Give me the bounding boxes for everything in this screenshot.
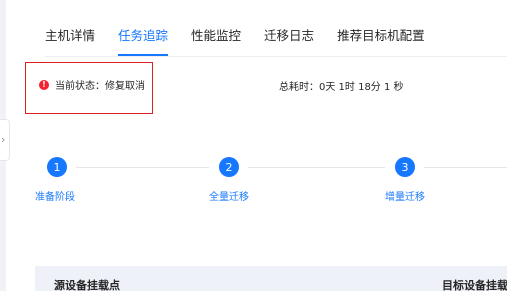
step-connector	[248, 167, 385, 168]
exclamation-circle-icon: !	[39, 79, 49, 90]
tab-recommended-target-config[interactable]: 推荐目标机配置	[337, 22, 425, 55]
step-3-circle: 3	[395, 157, 415, 177]
step-3-label: 增量迁移	[385, 192, 425, 203]
progress-steps: 1 2 3 准备阶段 全量迁移 增量迁移	[0, 155, 507, 205]
tab-migration-log[interactable]: 迁移日志	[264, 22, 314, 55]
step-connector	[424, 167, 507, 168]
total-duration: 总耗时：0天 1时 18分 1 秒	[279, 82, 404, 93]
chevron-right-icon: ›	[1, 133, 6, 146]
step-2-label: 全量迁移	[209, 192, 249, 203]
tab-task-tracking[interactable]: 任务追踪	[118, 22, 169, 56]
step-connector	[76, 167, 209, 168]
tab-bar: 主机详情 任务追踪 性能监控 迁移日志 推荐目标机配置	[45, 22, 507, 57]
step-1-circle: 1	[47, 157, 67, 177]
table-header: 源设备挂载点 目标设备挂载	[35, 266, 507, 292]
step-1-label: 准备阶段	[35, 192, 75, 203]
status-text: 当前状态：修复取消	[55, 81, 145, 92]
tab-performance-monitoring[interactable]: 性能监控	[191, 22, 241, 55]
current-status: ! 当前状态：修复取消	[39, 77, 145, 92]
tab-host-details[interactable]: 主机详情	[45, 22, 95, 55]
step-2-circle: 2	[219, 157, 239, 177]
